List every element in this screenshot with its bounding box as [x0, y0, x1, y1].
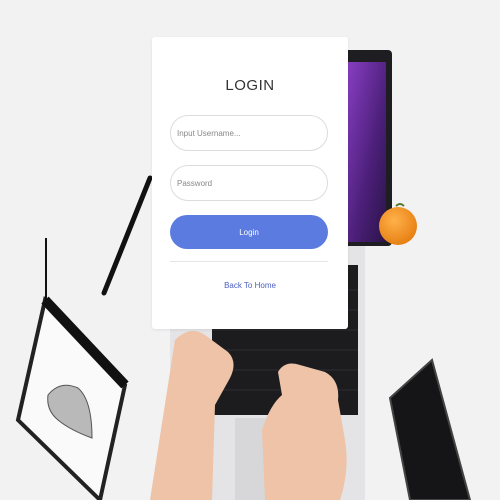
orange	[379, 207, 417, 245]
login-button[interactable]: Login	[170, 215, 328, 249]
divider	[170, 261, 328, 262]
laptop-screen	[346, 62, 386, 242]
username-input[interactable]	[170, 115, 328, 151]
login-title: LOGIN	[225, 77, 275, 94]
login-card: LOGIN Login Back To Home	[152, 37, 348, 329]
back-to-home-link[interactable]: Back To Home	[152, 281, 348, 290]
page: LOGIN Login Back To Home	[0, 0, 500, 500]
password-input[interactable]	[170, 165, 328, 201]
